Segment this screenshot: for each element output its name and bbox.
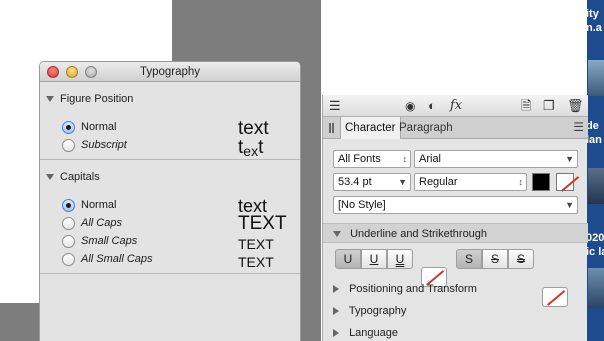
- figure-position-heading: Figure Position: [60, 93, 134, 105]
- figure-subscript-sample: text: [238, 137, 264, 159]
- capitals-all-small-caps-option[interactable]: All Small Caps: [62, 252, 153, 266]
- panel-grip-icon[interactable]: [329, 123, 334, 133]
- desktop-file-label[interactable]: ic la: [586, 246, 604, 258]
- single-strikethrough-button[interactable]: S: [482, 249, 508, 269]
- figure-subscript-option[interactable]: Subscript: [62, 138, 127, 152]
- section-label: Underline and Strikethrough: [350, 228, 488, 240]
- character-panel: ☰ ◉ ◐ fx 🗎 ❐ 🗑 Character Paragraph ☰ All…: [322, 95, 588, 341]
- figure-normal-option[interactable]: Normal: [62, 120, 116, 134]
- typography-section[interactable]: Typography: [323, 301, 588, 321]
- no-underline-button[interactable]: U: [335, 249, 361, 269]
- radio-label: Normal: [81, 121, 117, 133]
- radio-label: Subscript: [81, 139, 127, 151]
- window-title: Typography: [139, 66, 201, 78]
- language-section[interactable]: Language: [323, 323, 588, 341]
- capitals-small-caps-sample: TEXT: [238, 236, 274, 252]
- capitals-all-caps-option[interactable]: All Caps: [62, 216, 122, 230]
- no-strikethrough-button[interactable]: S: [456, 249, 482, 269]
- capitals-small-caps-option[interactable]: Small Caps: [62, 234, 137, 248]
- figure-position-header[interactable]: Figure Position: [46, 93, 133, 105]
- desktop-file-label[interactable]: ity: [586, 8, 599, 20]
- no-background-swatch[interactable]: [556, 173, 574, 191]
- figure-normal-sample: text: [238, 118, 269, 139]
- opacity-icon[interactable]: ◐: [428, 98, 436, 114]
- trash-icon[interactable]: 🗑: [567, 98, 584, 114]
- button-glyph: U: [395, 252, 405, 266]
- single-underline-button[interactable]: U: [361, 249, 387, 269]
- radio-label: Normal: [81, 199, 117, 211]
- font-collection-value: All Fonts: [338, 153, 381, 165]
- radio-label: Small Caps: [81, 235, 138, 247]
- desktop-file-label[interactable]: n.a: [586, 22, 602, 34]
- button-glyph: U: [369, 252, 379, 266]
- radio-button[interactable]: [62, 252, 75, 266]
- section-label: Positioning and Transform: [349, 283, 477, 295]
- radio-button-selected[interactable]: [62, 120, 75, 134]
- stepper-arrows-icon: ↕: [518, 177, 524, 187]
- disclosure-triangle-icon: [46, 174, 54, 180]
- underline-strikethrough-section[interactable]: Underline and Strikethrough: [323, 223, 588, 243]
- radio-button[interactable]: [62, 234, 75, 248]
- chevron-down-icon: ▼: [565, 154, 574, 164]
- panel-menu-icon[interactable]: ☰: [573, 120, 584, 134]
- font-size-field[interactable]: 53.4 pt ▼: [333, 173, 411, 191]
- stepper-arrows-icon: ↕: [402, 154, 408, 164]
- desktop-file-label[interactable]: lan: [586, 134, 602, 146]
- radio-label: All Caps: [81, 217, 122, 229]
- capitals-all-small-caps-sample: TEXT: [238, 254, 274, 270]
- positioning-transform-section[interactable]: Positioning and Transform: [323, 279, 588, 299]
- desktop-file-thumbnail[interactable]: [588, 60, 604, 96]
- disclosure-triangle-icon: [46, 96, 54, 102]
- button-glyph: U: [343, 252, 353, 266]
- capitals-all-caps-sample: TEXT: [238, 213, 287, 234]
- typography-window: Typography Figure Position Normal Subscr…: [39, 61, 301, 341]
- capitals-heading: Capitals: [60, 171, 100, 183]
- desktop-file-thumbnail[interactable]: [588, 168, 604, 204]
- radio-button[interactable]: [62, 138, 75, 152]
- font-family-select[interactable]: Arial ▼: [414, 150, 578, 168]
- text-color-swatch[interactable]: [532, 173, 550, 191]
- paragraph-style-value: [No Style]: [338, 199, 386, 211]
- window-titlebar[interactable]: Typography: [40, 62, 300, 82]
- desktop-file-thumbnail[interactable]: [588, 268, 604, 308]
- button-glyph: S: [464, 252, 473, 266]
- radio-label: All Small Caps: [81, 253, 153, 265]
- button-glyph: S: [490, 252, 499, 266]
- double-strikethrough-button[interactable]: S: [508, 249, 534, 269]
- font-size-value: 53.4 pt: [338, 176, 372, 188]
- capitals-header[interactable]: Capitals: [46, 171, 100, 183]
- effects-icon[interactable]: fx: [450, 98, 462, 114]
- chevron-down-icon: ▼: [565, 200, 574, 210]
- double-underline-button[interactable]: U: [387, 249, 413, 269]
- tab-paragraph[interactable]: Paragraph: [395, 117, 457, 139]
- section-label: Typography: [348, 305, 407, 317]
- section-divider: [40, 273, 300, 274]
- section-label: Language: [349, 327, 399, 339]
- paragraph-style-select[interactable]: [No Style] ▼: [333, 196, 578, 214]
- layers-icon[interactable]: ☰: [329, 98, 341, 114]
- button-glyph: S: [516, 252, 525, 266]
- chevron-down-icon: ▼: [398, 177, 407, 187]
- panel-tabs: Character Paragraph ☰: [323, 117, 588, 139]
- canvas-area: [321, 0, 587, 96]
- disclosure-triangle-icon: [333, 307, 339, 316]
- font-collection-select[interactable]: All Fonts ↕: [333, 150, 411, 168]
- tab-character[interactable]: Character: [340, 117, 401, 139]
- radio-button-selected[interactable]: [62, 198, 75, 212]
- font-style-select[interactable]: Regular ↕: [414, 173, 527, 191]
- font-family-value: Arial: [419, 153, 442, 165]
- section-divider: [40, 159, 300, 160]
- disclosure-triangle-icon: [333, 231, 341, 238]
- desktop-background-strip: [0, 303, 40, 341]
- new-document-icon[interactable]: 🗎: [521, 98, 531, 114]
- disclosure-triangle-icon: [333, 285, 339, 294]
- panel-toolbar: ☰ ◉ ◐ fx 🗎 ❐ 🗑: [323, 95, 588, 117]
- radio-button[interactable]: [62, 216, 75, 230]
- fill-icon[interactable]: ◉: [405, 98, 415, 114]
- desktop-file-label[interactable]: 020: [586, 232, 604, 244]
- font-style-value: Regular: [419, 176, 458, 188]
- new-page-icon[interactable]: ❐: [543, 98, 555, 114]
- capitals-normal-option[interactable]: Normal: [62, 198, 116, 212]
- disclosure-triangle-icon: [333, 329, 339, 338]
